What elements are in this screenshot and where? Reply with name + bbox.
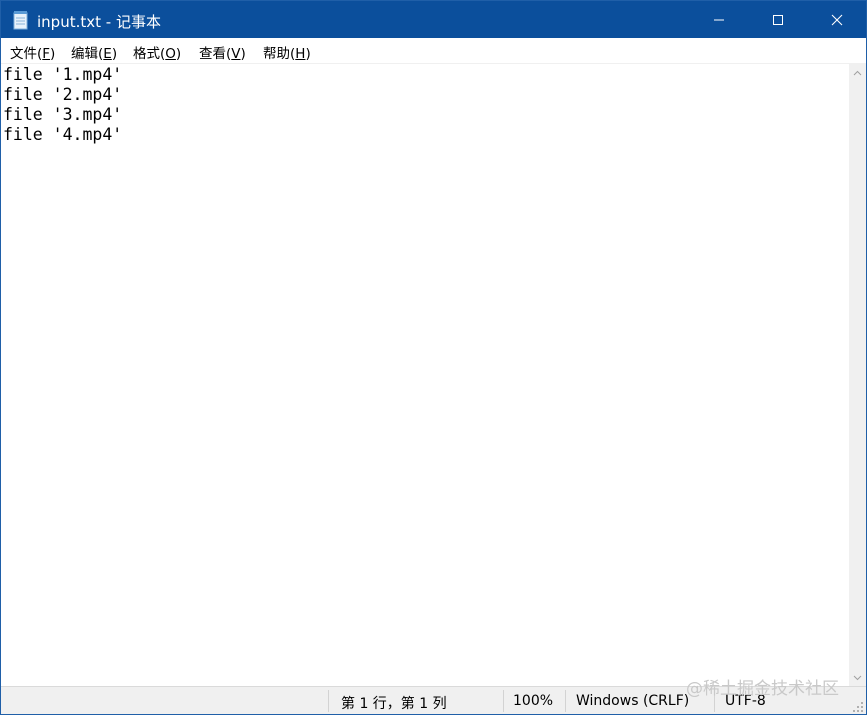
menu-bar: 文件(F) 编辑(E) 格式(O) 查看(V) 帮助(H) <box>1 38 866 64</box>
editor-line[interactable]: file '2.mp4' <box>3 85 122 105</box>
cursor-position: 第 1 行，第 1 列 <box>341 696 447 712</box>
maximize-icon <box>773 14 783 25</box>
notepad-window: input.txt - 记事本 文件(F) 编辑(E) 格式(O) 查看(V) … <box>0 0 867 715</box>
zoom-level: 100% <box>513 693 554 709</box>
menu-format-accel: O <box>165 46 176 62</box>
status-divider <box>328 690 329 712</box>
menu-edit-label: 编辑( <box>71 46 104 62</box>
status-divider <box>565 690 566 712</box>
chevron-up-icon <box>853 70 862 75</box>
menu-file-label: 文件( <box>10 46 43 62</box>
status-divider <box>503 690 504 712</box>
chevron-down-icon <box>853 675 862 680</box>
menu-edit[interactable]: 编辑(E) <box>71 42 117 62</box>
menu-format-label: 格式( <box>133 46 166 62</box>
menu-help-paren: ) <box>305 46 311 62</box>
text-editor[interactable]: file '1.mp4' file '2.mp4' file '3.mp4' f… <box>1 64 849 686</box>
title-bar[interactable]: input.txt - 记事本 <box>1 1 866 38</box>
scroll-down-button[interactable] <box>849 669 866 686</box>
menu-help-label: 帮助( <box>263 46 296 62</box>
editor-line[interactable]: file '1.mp4' <box>3 65 122 85</box>
menu-file[interactable]: 文件(F) <box>10 42 55 62</box>
menu-help-accel: H <box>295 46 306 62</box>
line-ending: Windows (CRLF) <box>576 693 690 709</box>
menu-file-paren: ) <box>50 46 56 62</box>
editor-line[interactable]: file '3.mp4' <box>3 105 122 125</box>
minimize-button[interactable] <box>691 1 747 38</box>
resize-grip-icon[interactable] <box>852 701 864 713</box>
close-icon <box>831 14 843 25</box>
vertical-scrollbar[interactable] <box>849 64 866 686</box>
window-title: input.txt - 记事本 <box>37 13 161 31</box>
menu-edit-accel: E <box>103 46 112 62</box>
menu-view[interactable]: 查看(V) <box>199 42 246 62</box>
menu-format[interactable]: 格式(O) <box>133 42 181 62</box>
close-button[interactable] <box>809 1 865 38</box>
editor-line[interactable]: file '4.mp4' <box>3 125 122 145</box>
minimize-icon <box>714 19 724 20</box>
scroll-up-button[interactable] <box>849 64 866 81</box>
menu-view-paren: ) <box>240 46 246 62</box>
menu-file-accel: F <box>42 46 51 62</box>
notepad-icon <box>13 11 28 30</box>
menu-format-paren: ) <box>175 46 182 62</box>
menu-view-label: 查看( <box>199 46 232 62</box>
watermark: @稀土掘金技术社区 <box>686 679 839 699</box>
menu-view-accel: V <box>231 46 241 62</box>
menu-edit-paren: ) <box>111 46 118 62</box>
menu-help[interactable]: 帮助(H) <box>263 42 311 62</box>
maximize-button[interactable] <box>750 1 806 38</box>
